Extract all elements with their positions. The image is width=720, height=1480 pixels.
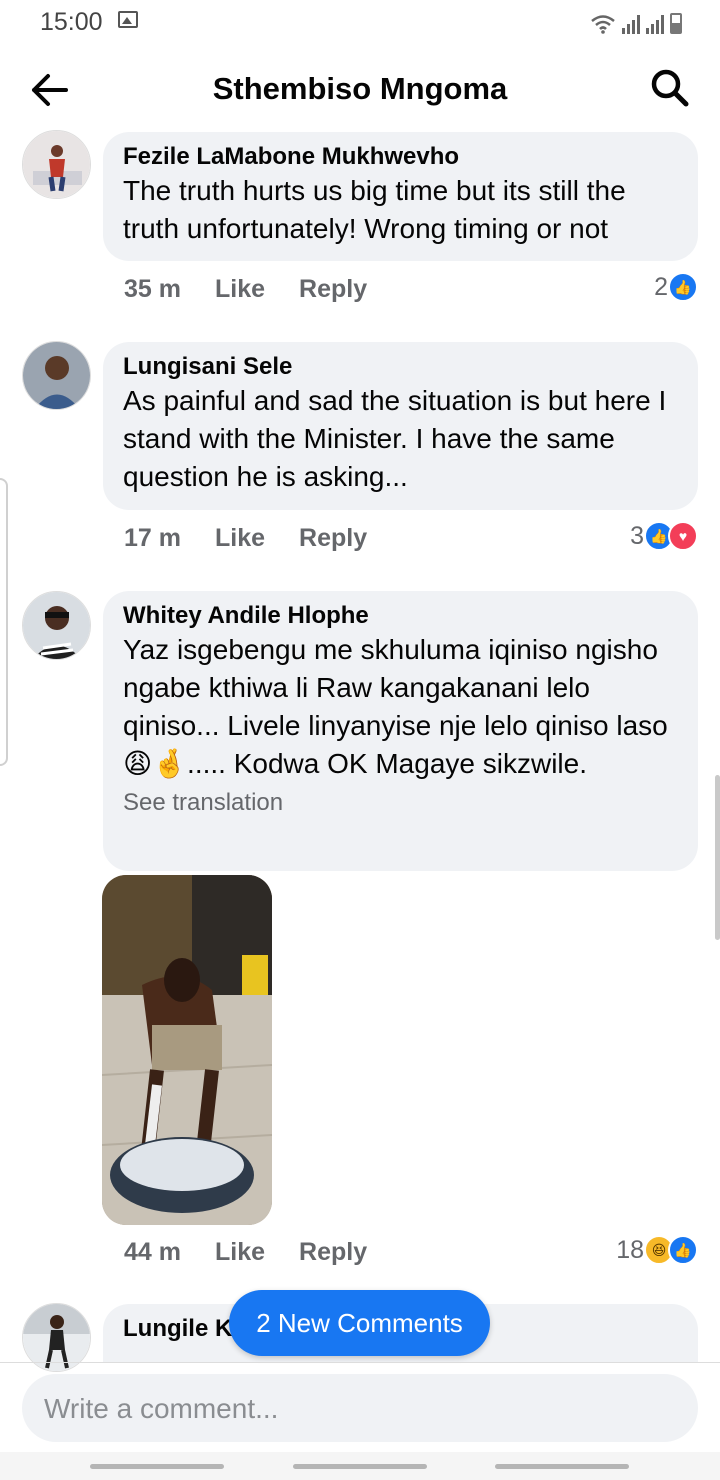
- reply-button[interactable]: Reply: [299, 275, 367, 304]
- comment-time[interactable]: 17 m: [124, 524, 181, 553]
- see-translation-link[interactable]: See translation: [123, 789, 678, 817]
- status-time: 15:00: [40, 8, 103, 36]
- comment-author[interactable]: Whitey Andile Hlophe: [123, 601, 678, 631]
- love-icon: ♥: [668, 521, 698, 551]
- avatar[interactable]: [22, 341, 91, 410]
- reaction-summary[interactable]: 18 😆 👍: [616, 1235, 698, 1265]
- comment-text: As painful and sad the situation is but …: [123, 385, 667, 492]
- status-icons: [590, 10, 682, 34]
- comment-photo[interactable]: [102, 875, 272, 1225]
- nav-home-button[interactable]: [293, 1464, 427, 1469]
- comment-input[interactable]: Write a comment...: [44, 1393, 278, 1425]
- signal-icon-1: [622, 14, 640, 34]
- search-icon[interactable]: [650, 68, 690, 108]
- nav-recents-button[interactable]: [90, 1464, 224, 1469]
- reaction-count: 3: [630, 521, 644, 550]
- wifi-icon: [591, 15, 615, 34]
- comment-bubble[interactable]: Lungisani Sele As painful and sad the si…: [103, 342, 698, 510]
- like-button[interactable]: Like: [215, 1238, 265, 1267]
- comment-actions: 44 m Like Reply: [124, 1238, 367, 1267]
- top-bar: Sthembiso Mngoma: [0, 50, 720, 128]
- reaction-count: 18: [616, 1235, 644, 1264]
- comment-time[interactable]: 44 m: [124, 1238, 181, 1267]
- reply-button[interactable]: Reply: [299, 1238, 367, 1267]
- like-icon: 👍: [668, 272, 698, 302]
- like-button[interactable]: Like: [215, 524, 265, 553]
- comment-bubble[interactable]: Fezile LaMabone Mukhwevho The truth hurt…: [103, 132, 698, 261]
- page-title: Sthembiso Mngoma: [212, 71, 508, 106]
- reaction-count: 2: [654, 272, 668, 301]
- comment-text: The truth hurts us big time but its stil…: [123, 175, 626, 244]
- battery-icon: [670, 13, 682, 34]
- system-nav-bar: [0, 1452, 720, 1480]
- comment-bubble[interactable]: Whitey Andile Hlophe Yaz isgebengu me sk…: [103, 591, 698, 871]
- comment-text: Yaz isgebengu me skhuluma iqiniso ngisho…: [123, 634, 668, 779]
- gallery-notification-icon: [118, 11, 138, 28]
- like-icon: 👍: [668, 1235, 698, 1265]
- comment-time[interactable]: 35 m: [124, 275, 181, 304]
- composer-divider: [0, 1362, 720, 1363]
- like-button[interactable]: Like: [215, 275, 265, 304]
- reaction-summary[interactable]: 3 👍 ♥: [630, 521, 698, 551]
- comment-actions: 35 m Like Reply: [124, 275, 367, 304]
- comment-author[interactable]: Lungisani Sele: [123, 352, 678, 382]
- comment-author[interactable]: Fezile LaMabone Mukhwevho: [123, 142, 678, 172]
- comment-composer[interactable]: Write a comment...: [22, 1374, 698, 1442]
- status-bar: 15:00: [0, 0, 720, 46]
- scrollbar[interactable]: [715, 775, 720, 940]
- avatar[interactable]: [22, 130, 91, 199]
- edge-panel-handle[interactable]: [0, 478, 8, 766]
- reply-button[interactable]: Reply: [299, 524, 367, 553]
- avatar[interactable]: [22, 591, 91, 660]
- signal-icon-2: [646, 14, 664, 34]
- comment-actions: 17 m Like Reply: [124, 524, 367, 553]
- reaction-summary[interactable]: 2 👍: [654, 272, 698, 302]
- nav-back-button[interactable]: [495, 1464, 629, 1469]
- new-comments-button[interactable]: 2 New Comments: [229, 1290, 490, 1356]
